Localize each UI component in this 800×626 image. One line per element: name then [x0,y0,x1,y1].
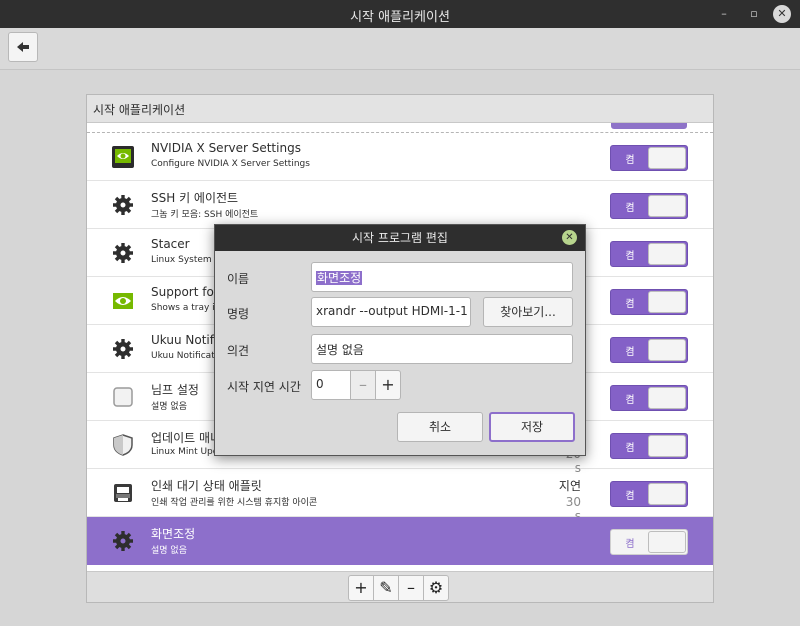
back-arrow-icon [17,42,29,52]
delay-label: 지연 [558,479,581,493]
gear-icon [111,193,135,217]
shield-icon [111,433,135,457]
delay-label: 시작 지연 시간 [227,380,301,394]
partial-toggle[interactable] [611,123,687,129]
window-title: 시작 애플리케이션 [350,10,450,25]
switch-knob [648,339,686,361]
enable-switch[interactable]: 켬 [610,289,688,315]
save-button[interactable]: 저장 [489,412,575,442]
command-field[interactable]: xrandr --output HDMI-1-1 -- [311,297,471,327]
edit-startup-dialog: 시작 프로그램 편집 ✕ 이름 화면조정 명령 xrandr --output … [214,224,586,456]
enable-switch[interactable]: 켬 [610,241,688,267]
cancel-button[interactable]: 취소 [397,412,483,442]
enable-switch[interactable]: 켬 [610,193,688,219]
edit-button[interactable]: ✎ [373,575,399,601]
app-description: Configure NVIDIA X Server Settings [151,159,310,169]
switch-label: 켬 [625,251,635,262]
comment-label: 의견 [227,344,250,358]
list-item-selected[interactable]: 화면조정 설명 없음 켬 [87,517,713,565]
switch-knob [648,147,686,169]
switch-knob [648,291,686,313]
switch-knob [648,387,686,409]
command-label: 명령 [227,307,250,321]
enable-switch[interactable]: 켬 [610,145,688,171]
enable-switch[interactable]: 켬 [610,481,688,507]
gear-icon [111,337,135,361]
maximize-button[interactable]: ▫ [745,5,763,23]
switch-knob [648,483,686,505]
increment-button[interactable]: + [375,370,401,400]
scrolled-row-edge [87,123,713,133]
switch-label: 켬 [625,299,635,310]
toolbar [0,28,800,70]
switch-label: 켬 [625,347,635,358]
enable-switch[interactable]: 켬 [610,385,688,411]
enable-switch[interactable]: 켬 [610,529,688,555]
nvidia-settings-icon [111,145,135,169]
window-titlebar: 시작 애플리케이션 – ▫ ✕ [0,0,800,28]
blank-app-icon [111,385,135,409]
run-now-button[interactable]: ⚙ [423,575,449,601]
switch-knob [648,435,686,457]
app-description: 인쇄 작업 관리를 위한 시스템 휴지함 아이콘 [151,498,318,508]
switch-knob [648,195,686,217]
comment-field[interactable]: 설명 없음 [311,334,573,364]
delay-input[interactable]: 0 [311,370,351,400]
app-name: NVIDIA X Server Settings [151,141,301,155]
back-button[interactable] [8,32,38,62]
switch-label: 켬 [625,491,635,502]
name-value: 화면조정 [316,271,363,285]
app-name: 화면조정 [151,527,196,541]
nvidia-icon [111,289,135,313]
printer-icon [111,481,135,505]
enable-switch[interactable]: 켬 [610,433,688,459]
delay-stepper: 0 – + [311,370,401,400]
enable-switch[interactable]: 켬 [610,337,688,363]
app-description: 설명 없음 [151,546,187,556]
list-action-bar: + ✎ – ⚙ [87,571,713,602]
switch-label: 켬 [625,155,635,166]
app-description: 그놈 키 모음: SSH 에이전트 [151,210,259,220]
switch-label: 켬 [625,395,635,406]
name-field[interactable]: 화면조정 [311,262,573,292]
switch-label: 켬 [625,539,635,550]
close-window-button[interactable]: ✕ [773,5,791,23]
app-name: Stacer [151,237,190,251]
name-label: 이름 [227,272,250,286]
switch-label: 켬 [625,203,635,214]
minimize-button[interactable]: – [715,5,733,23]
app-description: 설명 없음 [151,402,187,412]
remove-button[interactable]: – [398,575,424,601]
switch-knob [648,243,686,265]
app-name: 님프 설정 [151,383,199,397]
add-button[interactable]: + [348,575,374,601]
switch-knob [648,531,686,553]
switch-label: 켬 [625,443,635,454]
list-item[interactable]: 인쇄 대기 상태 애플릿 인쇄 작업 관리를 위한 시스템 휴지함 아이콘 지연… [87,469,713,523]
gear-icon [111,241,135,265]
list-action-buttons: + ✎ – ⚙ [348,575,449,601]
app-name: SSH 키 에이전트 [151,191,239,205]
app-name: 인쇄 대기 상태 애플릿 [151,479,262,493]
list-item[interactable]: SSH 키 에이전트 그놈 키 모음: SSH 에이전트 켬 [87,181,713,229]
panel-header: 시작 애플리케이션 [87,95,713,123]
dialog-title: 시작 프로그램 편집 [215,225,585,251]
browse-button[interactable]: 찾아보기... [483,297,573,327]
decrement-button[interactable]: – [350,370,376,400]
dialog-close-button[interactable]: ✕ [562,230,577,245]
gear-icon [111,529,135,553]
list-item[interactable]: NVIDIA X Server Settings Configure NVIDI… [87,133,713,181]
